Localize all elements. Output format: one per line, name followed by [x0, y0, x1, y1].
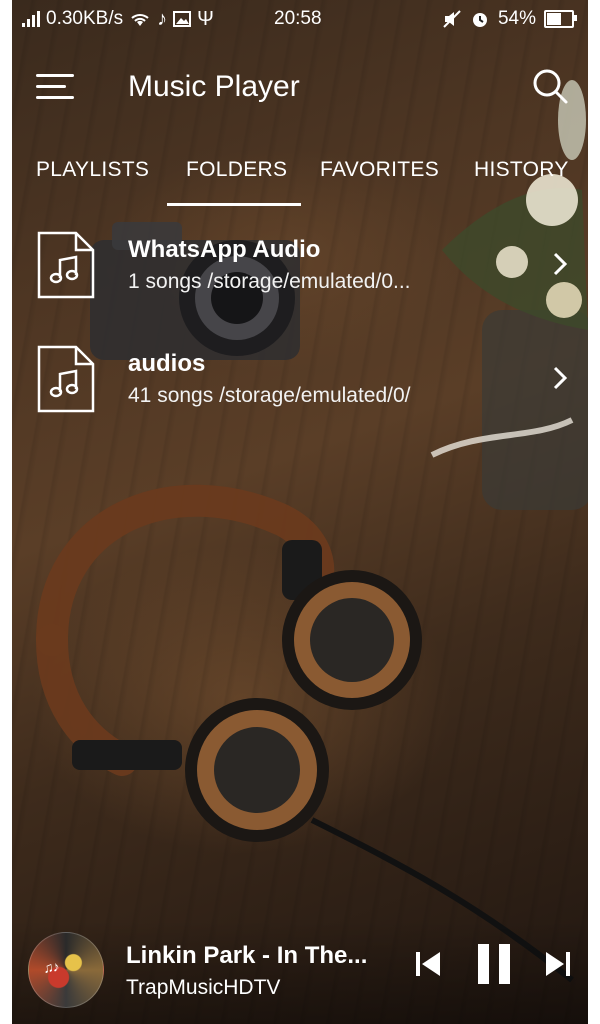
- status-right: 54%: [442, 8, 577, 30]
- audio-file-icon: [37, 345, 95, 413]
- album-art-graphic: ♫♪: [41, 957, 60, 977]
- now-playing-title: Linkin Park - In The...: [126, 942, 368, 969]
- folder-name: WhatsApp Audio: [128, 236, 321, 263]
- list-item[interactable]: audios 41 songs /storage/emulated/0/: [12, 336, 588, 450]
- active-tab-indicator: [167, 203, 301, 206]
- search-icon[interactable]: [530, 66, 570, 106]
- audio-file-icon: [37, 231, 95, 299]
- tab-folders[interactable]: FOLDERS: [186, 158, 287, 182]
- folder-name: audios: [128, 350, 206, 377]
- tab-favorites[interactable]: FAVORITES: [320, 158, 439, 182]
- pause-icon[interactable]: [474, 942, 514, 986]
- signal-icon: [22, 11, 40, 27]
- status-bar: 0.30KB/s ♪ Ψ 20:58 54%: [12, 0, 588, 40]
- status-left: 0.30KB/s ♪ Ψ: [22, 8, 214, 30]
- alarm-icon: [472, 13, 487, 27]
- tab-bar: PLAYLISTS FOLDERS FAVORITES HISTORY: [12, 150, 588, 206]
- now-playing-artist: TrapMusicHDTV: [126, 976, 281, 999]
- usb-icon: Ψ: [197, 8, 214, 30]
- next-icon[interactable]: [544, 948, 572, 980]
- mute-icon: [443, 10, 461, 28]
- previous-icon[interactable]: [414, 948, 442, 980]
- battery-level: [547, 13, 562, 25]
- chevron-right-icon: [553, 366, 568, 390]
- app-screen: 0.30KB/s ♪ Ψ 20:58 54% Music Player PLAY…: [12, 0, 588, 1024]
- app-title: Music Player: [128, 70, 300, 103]
- image-icon: [173, 11, 192, 27]
- headphones-illustration: [36, 484, 574, 983]
- network-speed: 0.30KB/s: [46, 8, 124, 29]
- status-time: 20:58: [274, 8, 322, 29]
- folder-info: 1 songs /storage/emulated/0...: [128, 270, 411, 293]
- folder-info: 41 songs /storage/emulated/0/: [128, 384, 411, 407]
- screen-edge-right: [588, 0, 600, 1024]
- mini-player[interactable]: ♫♪ Linkin Park - In The... TrapMusicHDTV: [12, 920, 588, 1024]
- hamburger-menu-icon[interactable]: [36, 70, 76, 104]
- wifi-icon: [131, 14, 149, 26]
- chevron-right-icon: [553, 252, 568, 276]
- music-note-icon: ♪: [157, 8, 168, 30]
- list-item[interactable]: WhatsApp Audio 1 songs /storage/emulated…: [12, 222, 588, 336]
- album-art[interactable]: ♫♪: [28, 932, 104, 1008]
- battery-icon: [544, 10, 577, 28]
- screen-edge-left: [0, 0, 12, 1024]
- tab-playlists[interactable]: PLAYLISTS: [36, 158, 149, 182]
- app-bar: Music Player: [12, 50, 588, 122]
- tab-history[interactable]: HISTORY: [474, 158, 569, 182]
- folder-list: WhatsApp Audio 1 songs /storage/emulated…: [12, 222, 588, 450]
- battery-percent: 54%: [497, 8, 536, 29]
